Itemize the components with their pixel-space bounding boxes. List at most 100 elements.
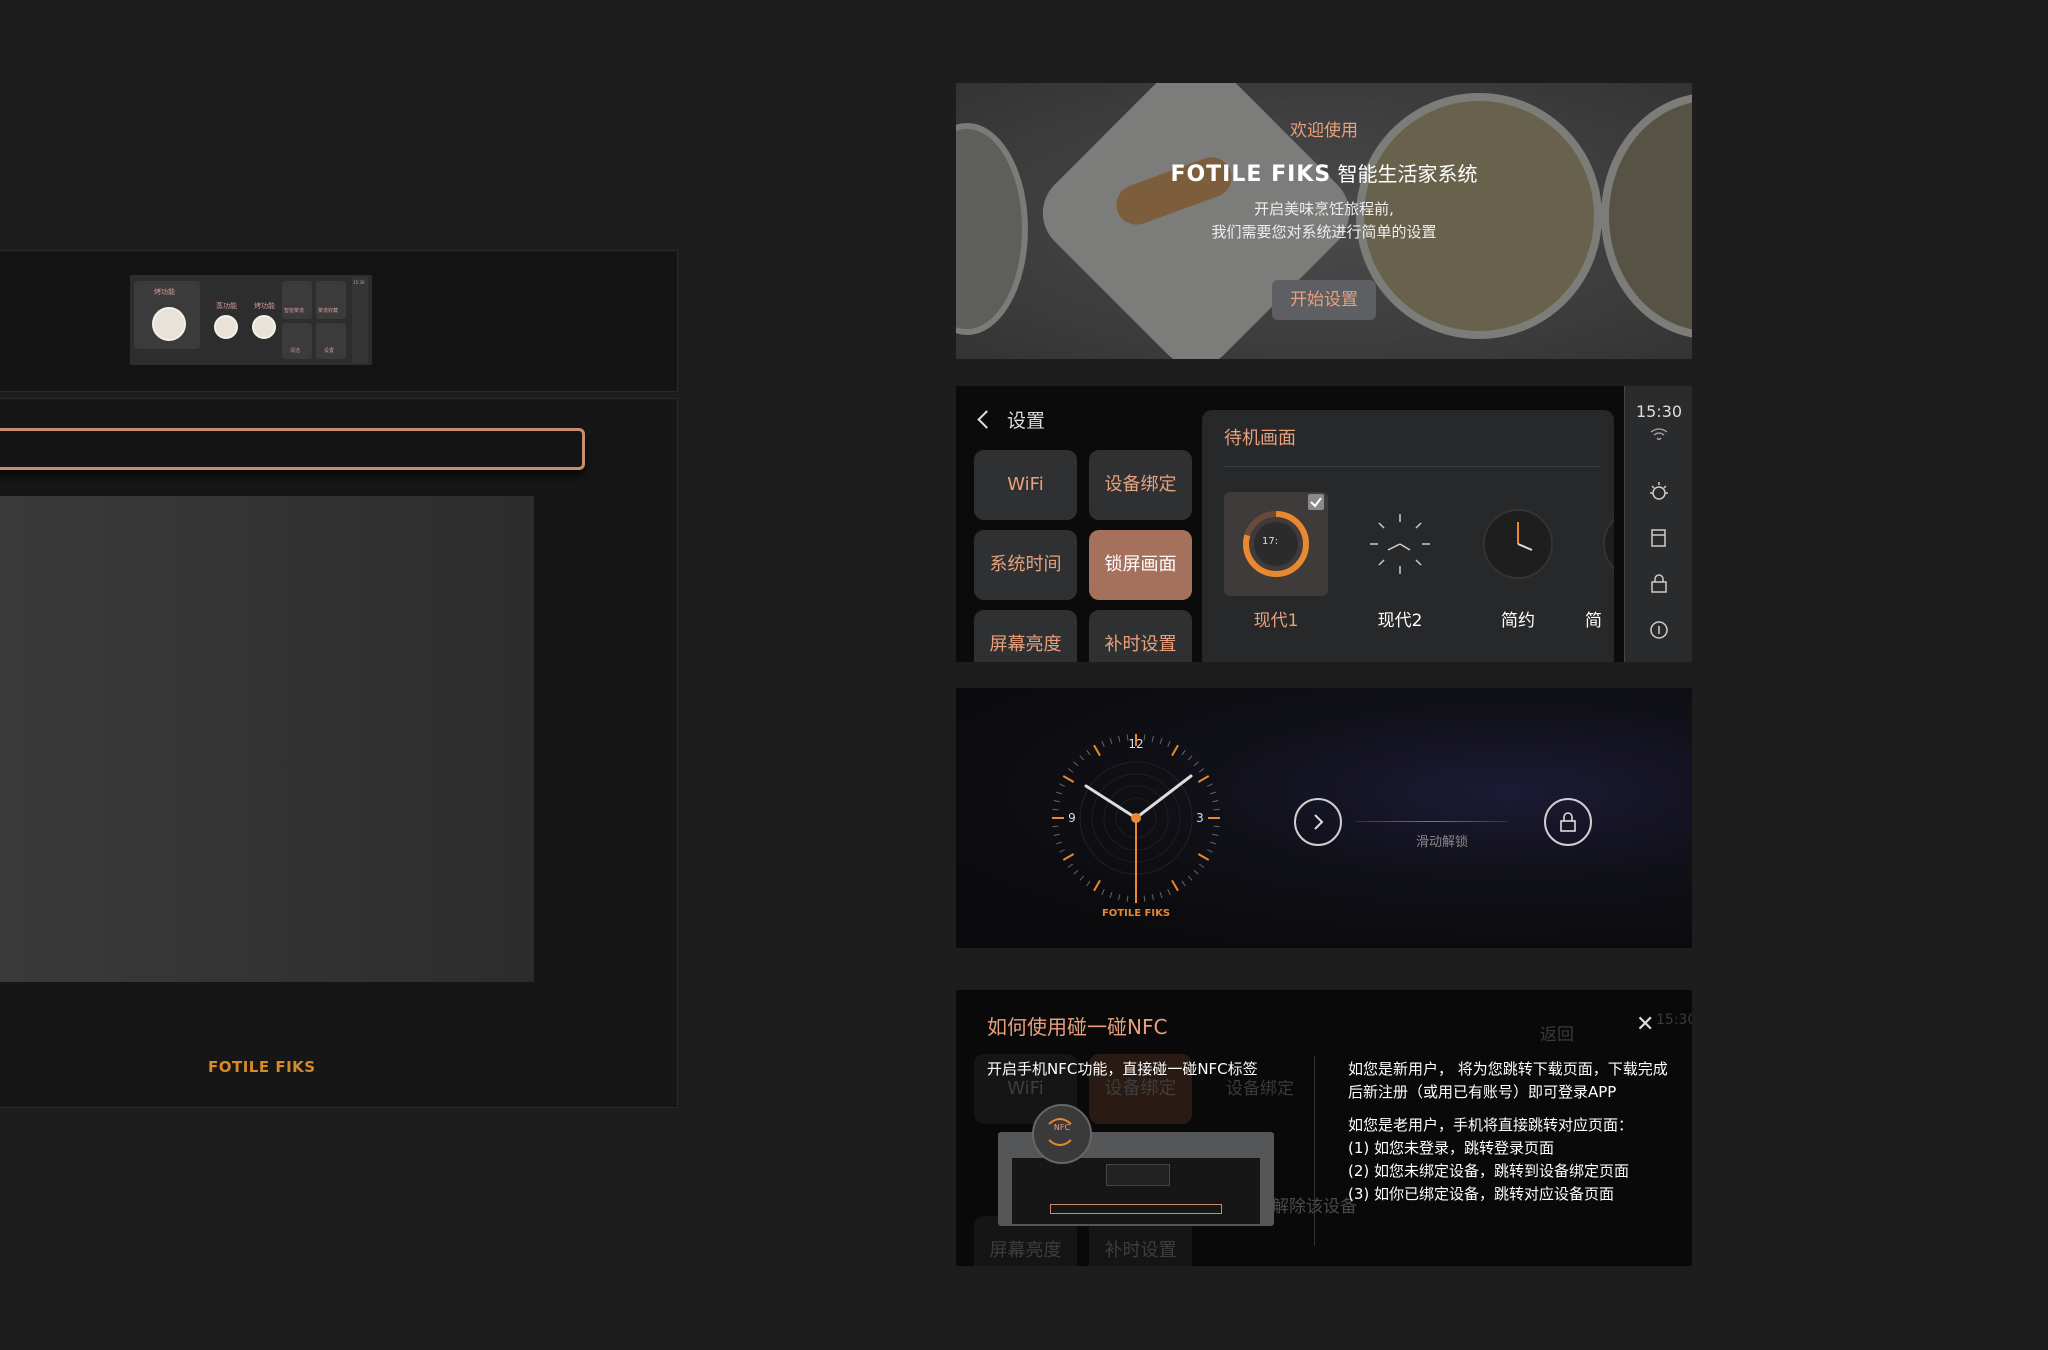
clock-tick [1143, 734, 1146, 741]
clock-tick [1109, 892, 1113, 899]
welcome-desc-line: 我们需要您对系统进行简单的设置 [1211, 223, 1437, 241]
clock-tick [1052, 808, 1059, 811]
light-icon[interactable] [1647, 480, 1671, 504]
mini-tile[interactable]: 菜谱收藏 [316, 281, 346, 319]
clock-tick [1212, 833, 1219, 836]
nfc-user-guide: 如您是新用户， 将为您跳转下载页面，下载完成后新注册（或用已有账号）即可登录AP… [1348, 1058, 1668, 1206]
lock-icon[interactable] [1647, 572, 1671, 596]
clock-tick [1159, 737, 1163, 744]
info-icon[interactable] [1647, 618, 1671, 642]
clock-option-modern1[interactable]: 17: [1224, 492, 1328, 596]
back-button[interactable]: 设置 [977, 406, 1046, 433]
clock-tick [1059, 849, 1065, 853]
clock-option-simple[interactable] [1466, 492, 1570, 596]
clock-tick [1212, 800, 1219, 803]
clock-tick [1167, 741, 1171, 747]
mini-tile[interactable]: 设置 [316, 323, 346, 359]
case-item: (1) 如您未登录，跳转登录页面 [1348, 1139, 1555, 1157]
mini-tile[interactable]: 智能菜谱 [282, 281, 312, 319]
clock-tick [1197, 853, 1210, 861]
unlock-button[interactable] [1544, 798, 1592, 846]
background-back-label: 返回 [1540, 1025, 1574, 1045]
clock-tick [1159, 892, 1163, 899]
clock-number: 9 [1068, 811, 1076, 825]
settings-timer-button[interactable]: 补时设置 [1089, 610, 1192, 662]
start-setup-button[interactable]: 开始设置 [1272, 280, 1376, 320]
clock-number: 3 [1196, 811, 1204, 825]
clock-tick [1079, 755, 1085, 761]
clock-dash-icon [1370, 514, 1430, 574]
clock-tick [1059, 783, 1065, 787]
nfc-dialog-screen: 返回 15:30 WiFi 设备绑定 设备绑定 解除该设备 屏幕亮度 补时设置 … [956, 990, 1692, 1266]
clock-tick [1187, 875, 1193, 881]
clock-tick [1118, 894, 1121, 901]
clock-tick [1171, 744, 1179, 757]
clock-tick [1093, 744, 1101, 757]
lockscreen-brand: FOTILE FIKS [1102, 908, 1170, 919]
clock-tick [1055, 791, 1062, 795]
oven-mini-screen[interactable]: 烤功能 蒸功能 烤功能 智能菜谱 菜谱收藏 清洁 设置 15:30 [130, 275, 372, 365]
slide-handle-button[interactable] [1294, 798, 1342, 846]
mini-sidebar: 15:30 [352, 277, 368, 363]
clock-option-partial[interactable] [1586, 492, 1614, 596]
settings-lockscreen-button[interactable]: 锁屏画面 [1089, 530, 1192, 600]
chevron-right-icon [1314, 814, 1324, 830]
clock-tick [1143, 895, 1146, 902]
slide-track[interactable] [1356, 821, 1508, 822]
clock-tick [1067, 863, 1074, 868]
clock-tick [1198, 768, 1205, 773]
brand-line: FOTILE FIKS 智能生活家系统 [956, 158, 1692, 187]
analog-clock: 12 3 9 FOTILE FIKS [1052, 734, 1220, 919]
lock-icon [1560, 812, 1576, 832]
clock-tick [1210, 791, 1217, 795]
door-icon[interactable] [1647, 526, 1671, 550]
nfc-instruction: 开启手机NFC功能，直接碰一碰NFC标签 [987, 1060, 1258, 1078]
mini-dish [152, 307, 186, 341]
oven-window [0, 496, 534, 982]
nfc-badge-label: NFC [1053, 1123, 1071, 1132]
settings-bind-button[interactable]: 设备绑定 [1089, 450, 1192, 520]
clock-tick [1193, 869, 1199, 875]
divider [1224, 466, 1600, 467]
clock-tick [1151, 735, 1154, 742]
clock-option-label: 简 [1585, 611, 1602, 631]
close-icon[interactable]: ✕ [1636, 1012, 1654, 1037]
clock-tick [1167, 889, 1171, 895]
clock-tick [1053, 800, 1060, 803]
old-user-text: 如您是老用户，手机将直接跳转对应页面： [1348, 1116, 1634, 1134]
nfc-title: 如何使用碰一碰NFC [987, 1015, 1168, 1039]
standby-title: 待机画面 [1224, 428, 1296, 449]
settings-wifi-button[interactable]: WiFi [974, 450, 1077, 520]
case-item: (3) 如你已绑定设备，跳转对应设备页面 [1348, 1185, 1615, 1203]
clock-tick [1055, 841, 1062, 845]
clock-tick [1171, 879, 1179, 892]
divider [1314, 1056, 1315, 1246]
settings-time-button[interactable]: 系统时间 [974, 530, 1077, 600]
wifi-icon [1650, 428, 1668, 440]
mini-dish [252, 315, 276, 339]
brand-logo: FOTILE FIKS [1170, 162, 1332, 187]
clock-option-modern2[interactable] [1348, 492, 1452, 596]
clock-tick [1073, 869, 1079, 875]
clock-tick [1052, 825, 1059, 828]
settings-screen: 设置 WiFi 设备绑定 系统时间 锁屏画面 屏幕亮度 补时设置 待机画面 17… [956, 386, 1692, 662]
checkmark-icon [1308, 494, 1324, 510]
background-time: 15:30 [1656, 1012, 1692, 1028]
clock-tick [1101, 741, 1105, 747]
settings-brightness-button[interactable]: 屏幕亮度 [974, 610, 1077, 662]
clock-tick [1181, 880, 1186, 887]
clock-simple-icon [1483, 509, 1553, 579]
clock-tick [1213, 808, 1220, 811]
clock-tick [1101, 889, 1105, 895]
welcome-title: 欢迎使用 [1290, 121, 1358, 141]
clock-tick [1053, 833, 1060, 836]
clock-tick [1151, 894, 1154, 901]
status-time: 15:30 [1635, 402, 1683, 421]
slide-unlock-text: 滑动解锁 [1416, 835, 1469, 850]
clock-tick [1126, 895, 1129, 902]
clock-tick [1198, 863, 1205, 868]
lock-screen: 12 3 9 FOTILE FIKS 滑动解锁 [956, 688, 1692, 948]
clock-preview-time: 17: [1262, 536, 1279, 547]
back-label: 设置 [1007, 410, 1046, 432]
mini-tile[interactable]: 清洁 [282, 323, 312, 359]
